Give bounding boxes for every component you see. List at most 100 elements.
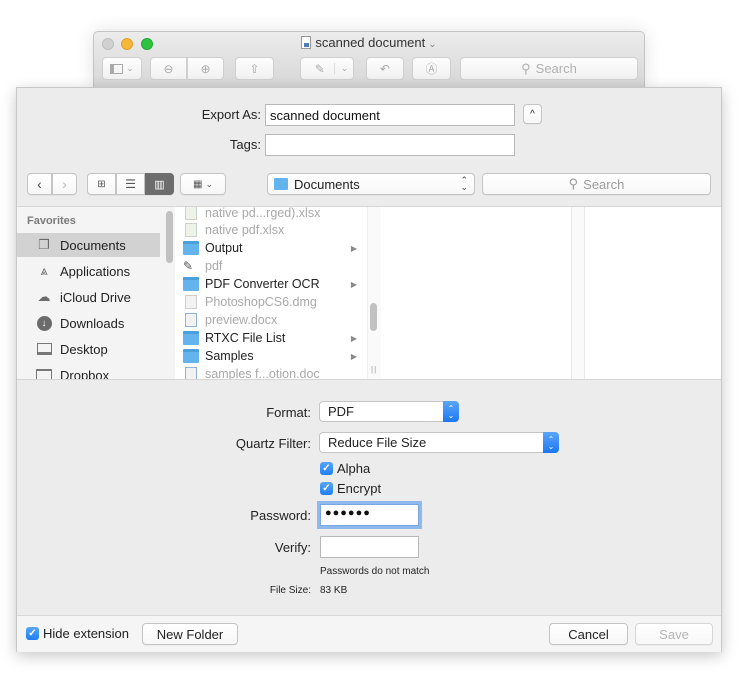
disclosure-arrow-icon: ▶ (350, 243, 357, 253)
file-item[interactable]: native pdf.xlsx (183, 221, 365, 239)
spreadsheet-icon (185, 207, 197, 220)
sidebar-item-icloud-drive[interactable]: ☁ iCloud Drive (17, 285, 160, 309)
folder-icon (183, 277, 199, 291)
column-scroll-track (367, 207, 381, 379)
hide-extension-checkbox[interactable]: ✓ (26, 627, 39, 640)
zoom-out-button[interactable]: ⊖ (150, 57, 187, 80)
icon-view-icon: ⊞ (97, 178, 106, 190)
annotate-button[interactable]: Ⓐ (412, 57, 451, 80)
file-browser: Favorites ❐ Documents ⩓ Applications ☁ iClo… (17, 206, 721, 380)
zoom-in-icon: ⊕ (200, 61, 211, 76)
window-title[interactable]: scanned document ⌄ (94, 35, 644, 50)
sidebar-item-label: Applications (60, 263, 131, 279)
export-as-label: Export As: (201, 107, 261, 122)
alpha-checkbox[interactable]: ✓ (320, 462, 333, 475)
quartz-filter-label: Quartz Filter: (235, 436, 311, 451)
search-field[interactable]: ⚲ Search (482, 173, 711, 195)
disclosure-arrow-icon: ▶ (350, 351, 357, 361)
folder-item[interactable]: Output ▶ (183, 239, 365, 257)
zoom-in-button[interactable]: ⊕ (187, 57, 224, 80)
column-scrollbar[interactable] (370, 303, 377, 331)
sidebar: Favorites ❐ Documents ⩓ Applications ☁ iClo… (17, 207, 175, 379)
file-item[interactable]: PhotoshopCS6.dmg (183, 293, 365, 311)
markup-icon: Ⓐ (425, 62, 438, 76)
sidebar-item-label: Desktop (60, 341, 108, 357)
back-button[interactable]: ‹ (27, 173, 52, 195)
encrypt-label[interactable]: Encrypt (337, 481, 381, 496)
sidebar-item-downloads[interactable]: ↓ Downloads (17, 311, 160, 335)
arrange-icon: ▦ (193, 178, 203, 190)
format-value: PDF (328, 404, 354, 419)
password-field[interactable]: ●●●●●● (320, 504, 419, 526)
column-view-button[interactable]: ▥ (145, 173, 174, 195)
file-item[interactable]: samples f...otion.doc (183, 365, 365, 379)
file-item[interactable]: native pd...rged).xlsx (183, 207, 365, 222)
file-item[interactable]: ✎ pdf (183, 257, 365, 275)
window-title-text: scanned document (315, 35, 426, 50)
chevron-up-icon: ^ (530, 108, 535, 120)
column-resize-handle[interactable]: || (371, 365, 377, 374)
file-name: Samples (205, 349, 254, 363)
cancel-button[interactable]: Cancel (549, 623, 628, 645)
encrypt-checkbox[interactable]: ✓ (320, 482, 333, 495)
share-button[interactable]: ⇧ (235, 57, 274, 80)
spreadsheet-icon (185, 223, 197, 237)
sidebar-item-dropbox[interactable]: Dropbox (17, 363, 160, 379)
downloads-icon: ↓ (35, 315, 53, 331)
sidebar-toggle-button[interactable]: ⌄ (102, 57, 142, 80)
sidebar-item-documents[interactable]: ❐ Documents (17, 233, 160, 257)
checkmark-icon: ✓ (322, 463, 331, 474)
file-name: native pd...rged).xlsx (205, 207, 321, 220)
folder-item[interactable]: Samples ▶ (183, 347, 365, 365)
tags-input[interactable] (265, 134, 515, 156)
file-item[interactable]: preview.docx (183, 311, 365, 329)
verify-password-field[interactable] (320, 536, 419, 558)
icloud-icon: ☁ (37, 289, 51, 304)
arrange-button[interactable]: ▦ ⌄ (180, 173, 226, 195)
pen-icon: ✎ (314, 61, 325, 76)
folder-icon (274, 178, 288, 190)
search-placeholder: Search (583, 176, 625, 192)
sidebar-scrollbar[interactable] (166, 211, 173, 263)
share-icon: ⇧ (249, 61, 260, 76)
new-folder-button[interactable]: New Folder (142, 623, 238, 645)
desktop-icon (35, 341, 53, 357)
chevron-down-icon: ⌄ (428, 39, 437, 50)
icon-view-button[interactable]: ⊞ (87, 173, 116, 195)
folder-icon (183, 331, 199, 345)
up-down-icon: ⌃ ⌄ (543, 432, 559, 453)
export-as-input[interactable] (265, 104, 515, 126)
sidebar-item-desktop[interactable]: Desktop (17, 337, 160, 361)
column-divider[interactable] (571, 207, 585, 379)
sidebar-item-label: Dropbox (60, 367, 110, 380)
sidebar-icon (110, 63, 124, 74)
expand-collapse-button[interactable]: ^ (523, 104, 542, 124)
hide-extension-label[interactable]: Hide extension (43, 626, 129, 641)
alpha-label[interactable]: Alpha (337, 461, 370, 476)
file-name: pdf (205, 259, 223, 273)
folder-item[interactable]: RTXC File List ▶ (183, 329, 365, 347)
file-name: Output (205, 241, 243, 255)
file-size-label: File Size: (269, 585, 311, 596)
empty-column (381, 207, 571, 379)
disclosure-arrow-icon: ▶ (350, 279, 357, 289)
rotate-button[interactable]: ↶ (366, 57, 404, 80)
save-button[interactable]: Save (635, 623, 713, 645)
markup-button[interactable]: ✎ ⌄ (300, 57, 354, 80)
list-view-button[interactable]: ☰ (116, 173, 145, 195)
quartz-filter-popup[interactable]: Reduce File Size ⌃ ⌄ (319, 432, 559, 453)
file-name: PhotoshopCS6.dmg (205, 295, 317, 309)
folder-icon (183, 349, 199, 363)
location-value: Documents (294, 176, 360, 192)
toolbar-search-field[interactable]: ⚲ Search (460, 57, 638, 80)
format-popup[interactable]: PDF ⌃ ⌄ (319, 401, 459, 422)
folder-item[interactable]: PDF Converter OCR ▶ (183, 275, 365, 293)
sidebar-item-applications[interactable]: ⩓ Applications (17, 259, 160, 283)
forward-button[interactable]: › (52, 173, 77, 195)
up-down-icon: ⌃ ⌄ (460, 175, 468, 192)
folder-icon (183, 241, 199, 255)
file-size-value: 83 KB (320, 585, 348, 596)
location-popup[interactable]: Documents ⌃ ⌄ (267, 173, 475, 195)
rotate-icon: ↶ (379, 61, 391, 76)
export-sheet: Export As: ^ Tags: ‹ › ⊞ ☰ ▥ ▦⌄ Document… (16, 87, 722, 652)
